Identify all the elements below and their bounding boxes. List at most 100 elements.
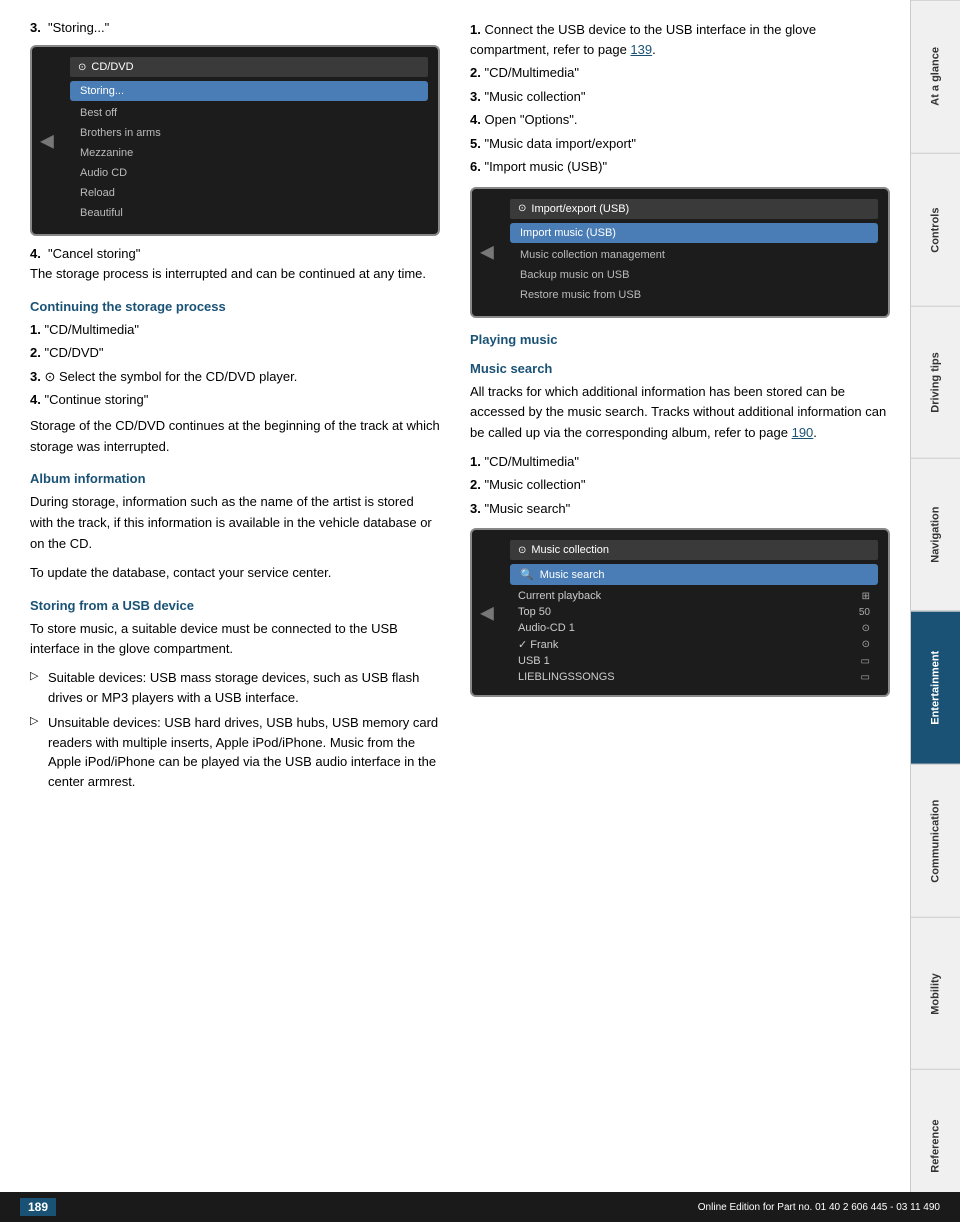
- main-content: 3. "Storing..." ◀ ⊙ CD/DVD Storing... Be…: [0, 0, 910, 1222]
- music-highlighted: 🔍 Music search: [510, 564, 878, 585]
- music-row-6-icon: ▭: [861, 672, 870, 683]
- music-row-6-label: LIEBLINGSSONGS: [518, 671, 615, 683]
- music-title-bar: ⊙ Music collection: [510, 540, 878, 560]
- cdvd-screen-content: ⊙ CD/DVD Storing... Best off Brothers in…: [70, 57, 428, 222]
- usb-title: Import/export (USB): [531, 203, 629, 215]
- bullet-suitable: ▷ Suitable devices: USB mass storage dev…: [30, 668, 440, 707]
- right-step-2: 2. "CD/Multimedia": [470, 63, 890, 83]
- continuing-step-3: 3. ⊙ Select the symbol for the CD/DVD pl…: [30, 367, 440, 387]
- step-3-number: 3.: [30, 20, 48, 35]
- link-139: 139: [630, 42, 652, 57]
- screen-title: CD/DVD: [91, 61, 133, 73]
- album-desc1: During storage, information such as the …: [30, 492, 440, 554]
- music-row-5: USB 1 ▭: [510, 653, 878, 669]
- music-screen: ◀ ⊙ Music collection 🔍 Music search Curr…: [470, 528, 890, 697]
- right-step-1-num: 1.: [470, 22, 481, 37]
- usb-nav-arrow: ◀: [480, 242, 494, 263]
- right-step-3-num: 3.: [470, 89, 481, 104]
- music-row-2-icon: 50: [859, 607, 870, 618]
- music-row-1-label: Current playback: [518, 590, 601, 602]
- screen-item-3: Mezzanine: [70, 144, 428, 162]
- usb-title-icon: ⊙: [518, 203, 526, 214]
- step-4-number: 4.: [30, 246, 48, 261]
- usb-title-bar: ⊙ Import/export (USB): [510, 199, 878, 219]
- music-row-4-icon: ⊙: [862, 639, 870, 650]
- step-3: 3. "Storing...": [30, 20, 440, 35]
- music-row-5-label: USB 1: [518, 655, 550, 667]
- continuing-step-2-num: 2.: [30, 345, 41, 360]
- cancel-desc: The storage process is interrupted and c…: [30, 264, 440, 285]
- page-layout: 3. "Storing..." ◀ ⊙ CD/DVD Storing... Be…: [0, 0, 960, 1222]
- bullet-unsuitable: ▷ Unsuitable devices: USB hard drives, U…: [30, 713, 440, 791]
- right-step-4: 4. Open "Options".: [470, 110, 890, 130]
- step-3-text: "Storing...": [48, 20, 109, 35]
- music-step-2-num: 2.: [470, 477, 481, 492]
- continuing-desc: Storage of the CD/DVD continues at the b…: [30, 416, 440, 458]
- continuing-heading: Continuing the storage process: [30, 299, 440, 314]
- bullet-arrow-1: ▷: [30, 668, 44, 707]
- page-footer: 189 Online Edition for Part no. 01 40 2 …: [0, 1192, 960, 1222]
- music-step-3: 3. "Music search": [470, 499, 890, 519]
- sidebar-tab-entertainment[interactable]: Entertainment: [911, 611, 960, 764]
- cdvd-screen: ◀ ⊙ CD/DVD Storing... Best off Brothers …: [30, 45, 440, 236]
- continuing-step-1: 1. "CD/Multimedia": [30, 320, 440, 340]
- music-row-5-icon: ▭: [861, 656, 870, 667]
- screen-item-4: Audio CD: [70, 164, 428, 182]
- album-desc2: To update the database, contact your ser…: [30, 563, 440, 584]
- step-4-text: "Cancel storing": [48, 246, 140, 261]
- right-column: 1. Connect the USB device to the USB int…: [460, 20, 890, 1182]
- music-row-3-label: Audio-CD 1: [518, 622, 575, 634]
- sidebar-tab-navigation[interactable]: Navigation: [911, 458, 960, 611]
- right-step-3: 3. "Music collection": [470, 87, 890, 107]
- usb-item-3: Restore music from USB: [510, 286, 878, 304]
- bullet-unsuitable-text: Unsuitable devices: USB hard drives, USB…: [48, 713, 440, 791]
- step-4: 4. "Cancel storing": [30, 246, 440, 261]
- screen-title-bar: ⊙ CD/DVD: [70, 57, 428, 77]
- playing-music-heading: Playing music: [470, 332, 890, 347]
- cd-icon: ⊙: [78, 62, 86, 73]
- continuing-step-2: 2. "CD/DVD": [30, 343, 440, 363]
- music-row-1: Current playback ⊞: [510, 588, 878, 604]
- screen-item-2: Brothers in arms: [70, 124, 428, 142]
- screen-highlighted-item: Storing...: [70, 81, 428, 101]
- music-step-1: 1. "CD/Multimedia": [470, 452, 890, 472]
- bullet-arrow-2: ▷: [30, 713, 44, 791]
- music-row-6: LIEBLINGSSONGS ▭: [510, 669, 878, 685]
- usb-screen: ◀ ⊙ Import/export (USB) Import music (US…: [470, 187, 890, 318]
- usb-item-2: Backup music on USB: [510, 266, 878, 284]
- sidebar-tab-controls[interactable]: Controls: [911, 153, 960, 306]
- right-step-1: 1. Connect the USB device to the USB int…: [470, 20, 890, 59]
- sidebar-tab-driving-tips[interactable]: Driving tips: [911, 306, 960, 459]
- continuing-step-3-num: 3.: [30, 369, 41, 384]
- continuing-step-4: 4. "Continue storing": [30, 390, 440, 410]
- music-row-1-icon: ⊞: [862, 591, 870, 602]
- music-row-3-icon: ⊙: [862, 623, 870, 634]
- nav-arrow-left: ◀: [40, 130, 54, 151]
- usb-screen-content: ⊙ Import/export (USB) Import music (USB)…: [510, 199, 878, 304]
- screen-item-1: Best off: [70, 104, 428, 122]
- sidebar-tab-communication[interactable]: Communication: [911, 764, 960, 917]
- bullet-suitable-text: Suitable devices: USB mass storage devic…: [48, 668, 440, 707]
- music-nav-arrow: ◀: [480, 602, 494, 623]
- right-step-4-num: 4.: [470, 112, 481, 127]
- left-column: 3. "Storing..." ◀ ⊙ CD/DVD Storing... Be…: [30, 20, 460, 1182]
- page-number-box: 189: [20, 1198, 56, 1216]
- music-row-3: Audio-CD 1 ⊙: [510, 620, 878, 636]
- music-row-4-label: ✓ Frank: [518, 638, 558, 651]
- usb-desc: To store music, a suitable device must b…: [30, 619, 440, 661]
- usb-item-1: Music collection management: [510, 246, 878, 264]
- music-screen-content: ⊙ Music collection 🔍 Music search Curren…: [510, 540, 878, 685]
- usb-highlighted: Import music (USB): [510, 223, 878, 243]
- sidebar-tab-at-a-glance[interactable]: At a glance: [911, 0, 960, 153]
- right-step-5: 5. "Music data import/export": [470, 134, 890, 154]
- sidebar-tab-mobility[interactable]: Mobility: [911, 917, 960, 1070]
- music-step-2: 2. "Music collection": [470, 475, 890, 495]
- right-step-2-num: 2.: [470, 65, 481, 80]
- link-190: 190: [792, 425, 814, 440]
- usb-heading: Storing from a USB device: [30, 598, 440, 613]
- music-step-3-num: 3.: [470, 501, 481, 516]
- music-step-1-num: 1.: [470, 454, 481, 469]
- music-search-heading: Music search: [470, 361, 890, 376]
- album-heading: Album information: [30, 471, 440, 486]
- music-row-2-label: Top 50: [518, 606, 551, 618]
